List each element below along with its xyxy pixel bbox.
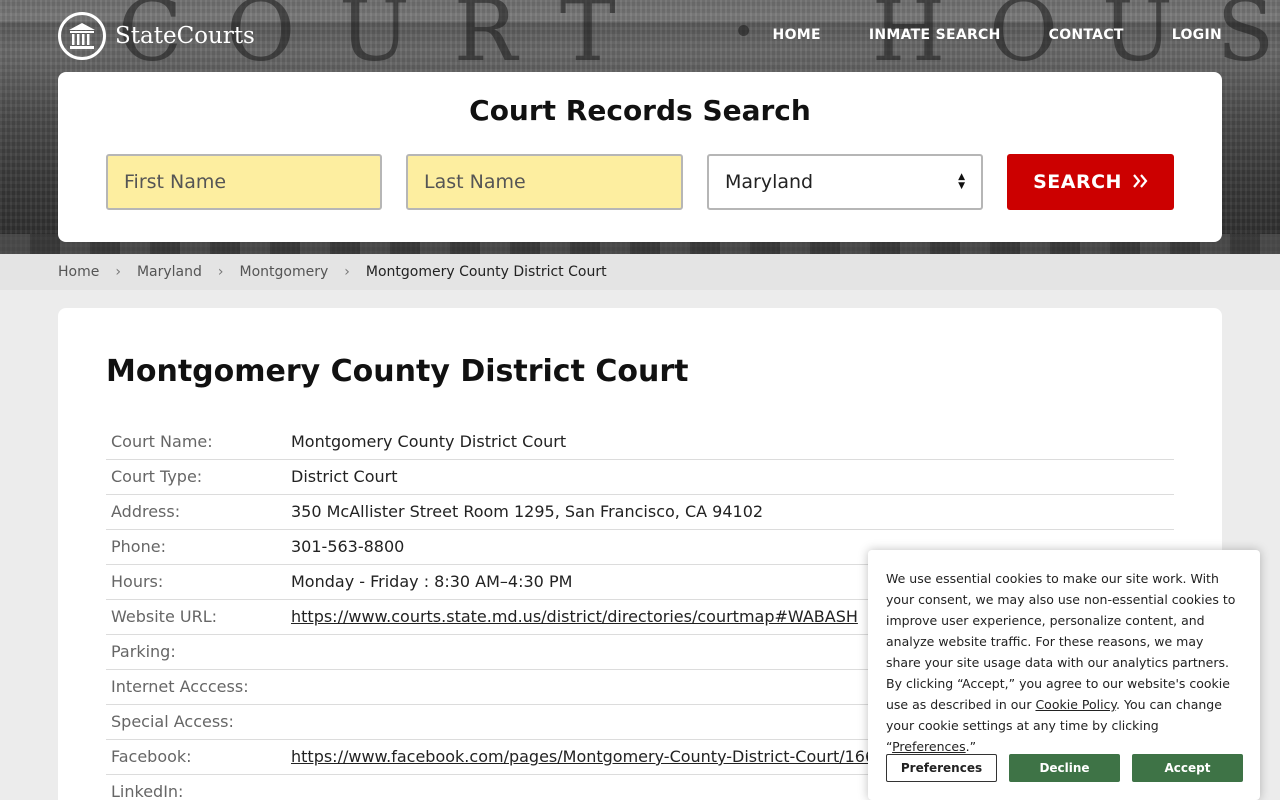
search-card: Court Records Search First Name Last Nam…	[58, 72, 1222, 242]
row-key: Phone:	[106, 529, 286, 565]
table-row: Court Type: District Court	[106, 459, 1174, 495]
website-url-link[interactable]: https://www.courts.state.md.us/district/…	[291, 607, 858, 626]
search-button[interactable]: SEARCH	[1007, 154, 1174, 210]
row-key: Special Access:	[106, 704, 286, 740]
cookie-text-part: .”	[965, 739, 977, 754]
facebook-link[interactable]: https://www.facebook.com/pages/Montgomer…	[291, 747, 875, 766]
cookie-buttons: Preferences Decline Accept	[886, 754, 1243, 782]
breadcrumb-current: Montgomery County District Court	[365, 264, 607, 280]
nav-home[interactable]: HOME	[773, 27, 821, 43]
state-selected-value: Maryland	[725, 171, 814, 193]
accept-button[interactable]: Accept	[1132, 754, 1243, 782]
cookie-consent-dialog: We use essential cookies to make our sit…	[868, 550, 1260, 800]
row-key: Hours:	[106, 564, 286, 600]
first-name-placeholder: First Name	[124, 171, 227, 193]
breadcrumb-home[interactable]: Home	[58, 264, 99, 280]
chevron-right-icon: ›	[344, 264, 350, 280]
brand-logo[interactable]: StateCourts	[58, 12, 255, 60]
chevron-right-icon: ›	[115, 264, 121, 280]
nav-inmate-search[interactable]: INMATE SEARCH	[869, 27, 1001, 43]
row-key: Facebook:	[106, 739, 286, 775]
row-value: Montgomery County District Court	[286, 424, 1174, 460]
select-arrows-icon: ▲ ▼	[958, 172, 965, 191]
breadcrumb-bar: Home › Maryland › Montgomery › Montgomer…	[0, 254, 1280, 290]
first-name-input[interactable]: First Name	[106, 154, 382, 210]
row-key: Address:	[106, 494, 286, 530]
last-name-placeholder: Last Name	[424, 171, 526, 193]
row-value: 350 McAllister Street Room 1295, San Fra…	[286, 494, 1174, 530]
breadcrumb-county[interactable]: Montgomery	[240, 264, 329, 280]
double-chevron-right-icon	[1132, 171, 1148, 193]
state-select[interactable]: Maryland ▲ ▼	[707, 154, 983, 210]
breadcrumb-state[interactable]: Maryland	[137, 264, 202, 280]
preferences-button[interactable]: Preferences	[886, 754, 997, 782]
search-button-label: SEARCH	[1033, 171, 1122, 193]
nav-contact[interactable]: CONTACT	[1049, 27, 1124, 43]
cookie-preferences-link[interactable]: Preferences	[892, 739, 966, 754]
courthouse-icon	[58, 12, 106, 60]
row-key: Parking:	[106, 634, 286, 670]
row-key: Court Name:	[106, 424, 286, 460]
cookie-message: We use essential cookies to make our sit…	[886, 568, 1242, 757]
search-title: Court Records Search	[469, 94, 811, 127]
chevron-right-icon: ›	[217, 264, 224, 280]
row-key: LinkedIn:	[106, 774, 286, 800]
page-title: Montgomery County District Court	[106, 354, 689, 389]
row-key: Website URL:	[106, 599, 286, 635]
main-nav: HOME INMATE SEARCH CONTACT LOGIN	[773, 27, 1222, 43]
row-key: Court Type:	[106, 459, 286, 495]
row-value: District Court	[286, 459, 1174, 495]
last-name-input[interactable]: Last Name	[406, 154, 683, 210]
decline-button[interactable]: Decline	[1009, 754, 1120, 782]
brand-name: StateCourts	[115, 23, 255, 49]
cookie-policy-link[interactable]: Cookie Policy	[1035, 697, 1116, 712]
nav-login[interactable]: LOGIN	[1172, 27, 1222, 43]
cookie-text-part: We use essential cookies to make our sit…	[886, 571, 1236, 712]
breadcrumb: Home › Maryland › Montgomery › Montgomer…	[58, 254, 607, 290]
row-key: Internet Acccess:	[106, 669, 286, 705]
table-row: Address: 350 McAllister Street Room 1295,…	[106, 494, 1174, 530]
table-row: Court Name: Montgomery County District Co…	[106, 424, 1174, 460]
